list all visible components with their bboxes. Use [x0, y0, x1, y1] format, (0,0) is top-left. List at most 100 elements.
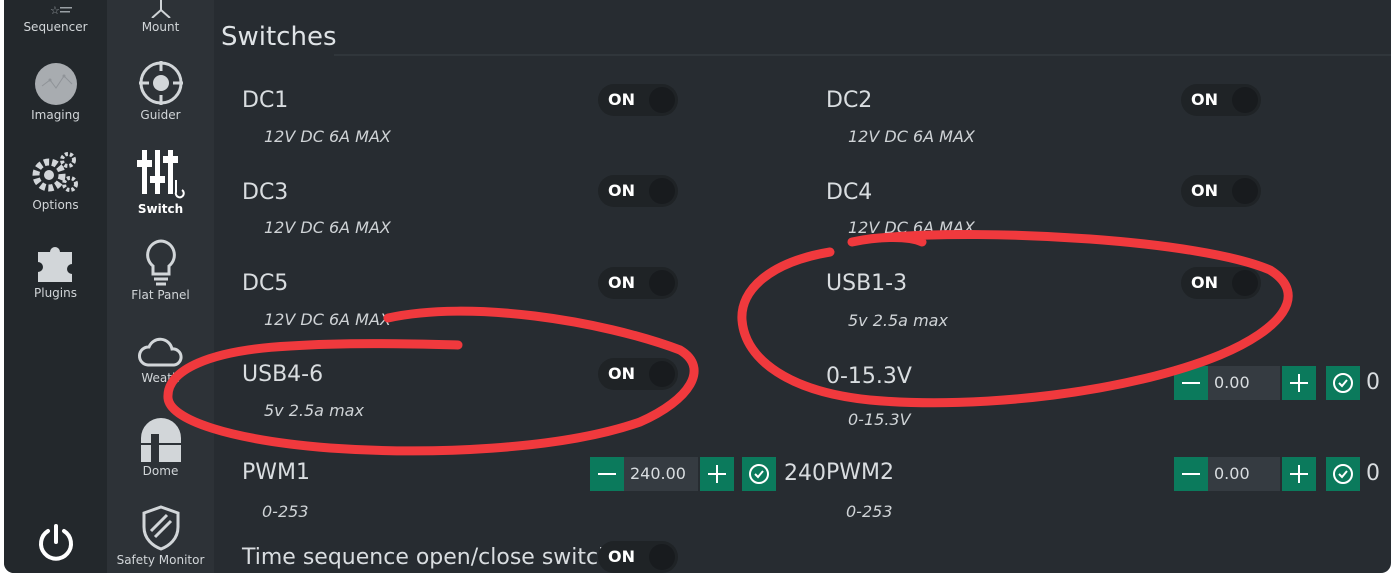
title-divider [334, 54, 1391, 56]
nav-switch[interactable]: Switch [107, 148, 214, 216]
switch-name-usb1-3: USB1-3 [826, 271, 908, 296]
apply-button[interactable] [742, 457, 776, 491]
toggle-dc1-label: ON [608, 90, 635, 109]
switch-desc-dc4: 12V DC 6A MAX [848, 218, 975, 237]
toggle-knob [649, 178, 675, 204]
equipment-sidebar: Mount Guider Switch Flat Panel Weath Dom… [107, 0, 214, 573]
toggle-knob [649, 544, 675, 570]
switch-desc-dc2: 12V DC 6A MAX [848, 127, 975, 146]
nav-sequencer[interactable]: ☆ Sequencer [4, 0, 107, 34]
value-input-pwm1[interactable]: 240.00 [624, 457, 698, 491]
lightbulb-icon [145, 239, 176, 286]
value-input-0-15-3v[interactable]: 0.00 [1208, 366, 1280, 400]
toggle-usb1-3-label: ON [1191, 273, 1218, 292]
toggle-dc5[interactable]: ON [598, 267, 678, 299]
nav-weather-label: Weath [141, 371, 180, 385]
decrement-button[interactable] [590, 457, 624, 491]
cloud-icon [137, 337, 183, 367]
toggle-usb4-6[interactable]: ON [598, 358, 678, 390]
nav-switch-label: Switch [137, 202, 184, 216]
switch-desc-dc5: 12V DC 6A MAX [264, 310, 391, 329]
toggle-knob [649, 87, 675, 113]
value-input-pwm2[interactable]: 0.00 [1208, 457, 1280, 491]
nav-imaging[interactable]: Imaging [4, 62, 107, 122]
plus-icon [1290, 374, 1308, 392]
switch-desc-dc3: 12V DC 6A MAX [264, 218, 391, 237]
check-circle-icon [1333, 464, 1353, 484]
toggle-dc5-label: ON [608, 273, 635, 292]
svg-text:☆: ☆ [50, 4, 60, 17]
primary-sidebar: ☆ Sequencer Imaging Options Plugins [4, 0, 107, 573]
nav-guider[interactable]: Guider [107, 60, 214, 122]
puzzle-icon [37, 247, 72, 282]
switch-name-0-15-3v: 0-15.3V [826, 364, 912, 389]
nav-options[interactable]: Options [4, 150, 107, 212]
toggle-usb4-6-label: ON [608, 364, 635, 383]
toggle-dc3-label: ON [608, 181, 635, 200]
switch-icon [136, 150, 185, 199]
nav-sequencer-label: Sequencer [23, 20, 88, 34]
nav-safety-monitor[interactable]: Safety Monitor [107, 505, 214, 567]
increment-button[interactable] [700, 457, 734, 491]
toggle-dc3[interactable]: ON [598, 175, 678, 207]
switch-name-dc3: DC3 [242, 180, 289, 205]
decrement-button[interactable] [1174, 366, 1208, 400]
apply-button[interactable] [1326, 366, 1360, 400]
switch-desc-usb1-3: 5v 2.5a max [848, 311, 948, 330]
switch-name-dc2: DC2 [826, 88, 873, 113]
check-circle-icon [1333, 373, 1353, 393]
nav-options-label: Options [32, 198, 79, 212]
page-title: Switches [221, 22, 337, 52]
toggle-knob [649, 270, 675, 296]
guider-icon [138, 61, 183, 105]
sequencer-icon: ☆ [50, 4, 72, 17]
toggle-dc1[interactable]: ON [598, 84, 678, 116]
nav-weather[interactable]: Weath [107, 333, 214, 385]
minus-icon [1182, 473, 1200, 475]
nav-flat-panel-label: Flat Panel [131, 288, 190, 302]
nav-mount[interactable]: Mount [107, 0, 214, 34]
increment-button[interactable] [1282, 366, 1316, 400]
nav-dome[interactable]: Dome [107, 414, 214, 478]
switch-desc-dc1: 12V DC 6A MAX [264, 127, 391, 146]
readout-pwm2: 0 [1366, 461, 1380, 486]
minus-icon [1182, 382, 1200, 384]
mount-icon [150, 0, 171, 18]
power-button[interactable] [4, 522, 107, 562]
toggle-time-sequence-label: ON [608, 547, 635, 566]
toggle-usb1-3[interactable]: ON [1181, 267, 1261, 299]
nav-safety-monitor-label: Safety Monitor [116, 553, 205, 567]
toggle-knob [1232, 178, 1258, 204]
shield-icon [142, 505, 179, 551]
plus-icon [1290, 465, 1308, 483]
increment-button[interactable] [1282, 457, 1316, 491]
nav-guider-label: Guider [140, 108, 181, 122]
switch-desc-pwm1: 0-253 [262, 502, 309, 521]
nav-flat-panel[interactable]: Flat Panel [107, 238, 214, 302]
toggle-dc2[interactable]: ON [1181, 84, 1261, 116]
gears-icon [32, 152, 78, 192]
switch-name-pwm2: PWM2 [826, 460, 894, 485]
toggle-dc4-label: ON [1191, 181, 1218, 200]
nav-plugins[interactable]: Plugins [4, 240, 107, 300]
decrement-button[interactable] [1174, 457, 1208, 491]
toggle-knob [1232, 270, 1258, 296]
nav-plugins-label: Plugins [34, 286, 77, 300]
toggle-dc2-label: ON [1191, 90, 1218, 109]
toggle-knob [1232, 87, 1258, 113]
switch-name-usb4-6: USB4-6 [242, 362, 324, 387]
imaging-icon [34, 63, 77, 105]
nav-mount-label: Mount [141, 20, 180, 34]
switch-desc-0-15-3v: 0-15.3V [848, 410, 911, 429]
switch-name-dc4: DC4 [826, 180, 873, 205]
switch-name-time-sequence: Time sequence open/close switch [242, 545, 613, 570]
switch-desc-usb4-6: 5v 2.5a max [264, 401, 364, 420]
toggle-dc4[interactable]: ON [1181, 175, 1261, 207]
check-circle-icon [749, 464, 769, 484]
apply-button[interactable] [1326, 457, 1360, 491]
switch-name-dc5: DC5 [242, 271, 289, 296]
switch-desc-pwm2: 0-253 [846, 502, 893, 521]
toggle-time-sequence[interactable]: ON [598, 541, 678, 573]
dome-icon [140, 418, 181, 462]
toggle-knob [649, 361, 675, 387]
